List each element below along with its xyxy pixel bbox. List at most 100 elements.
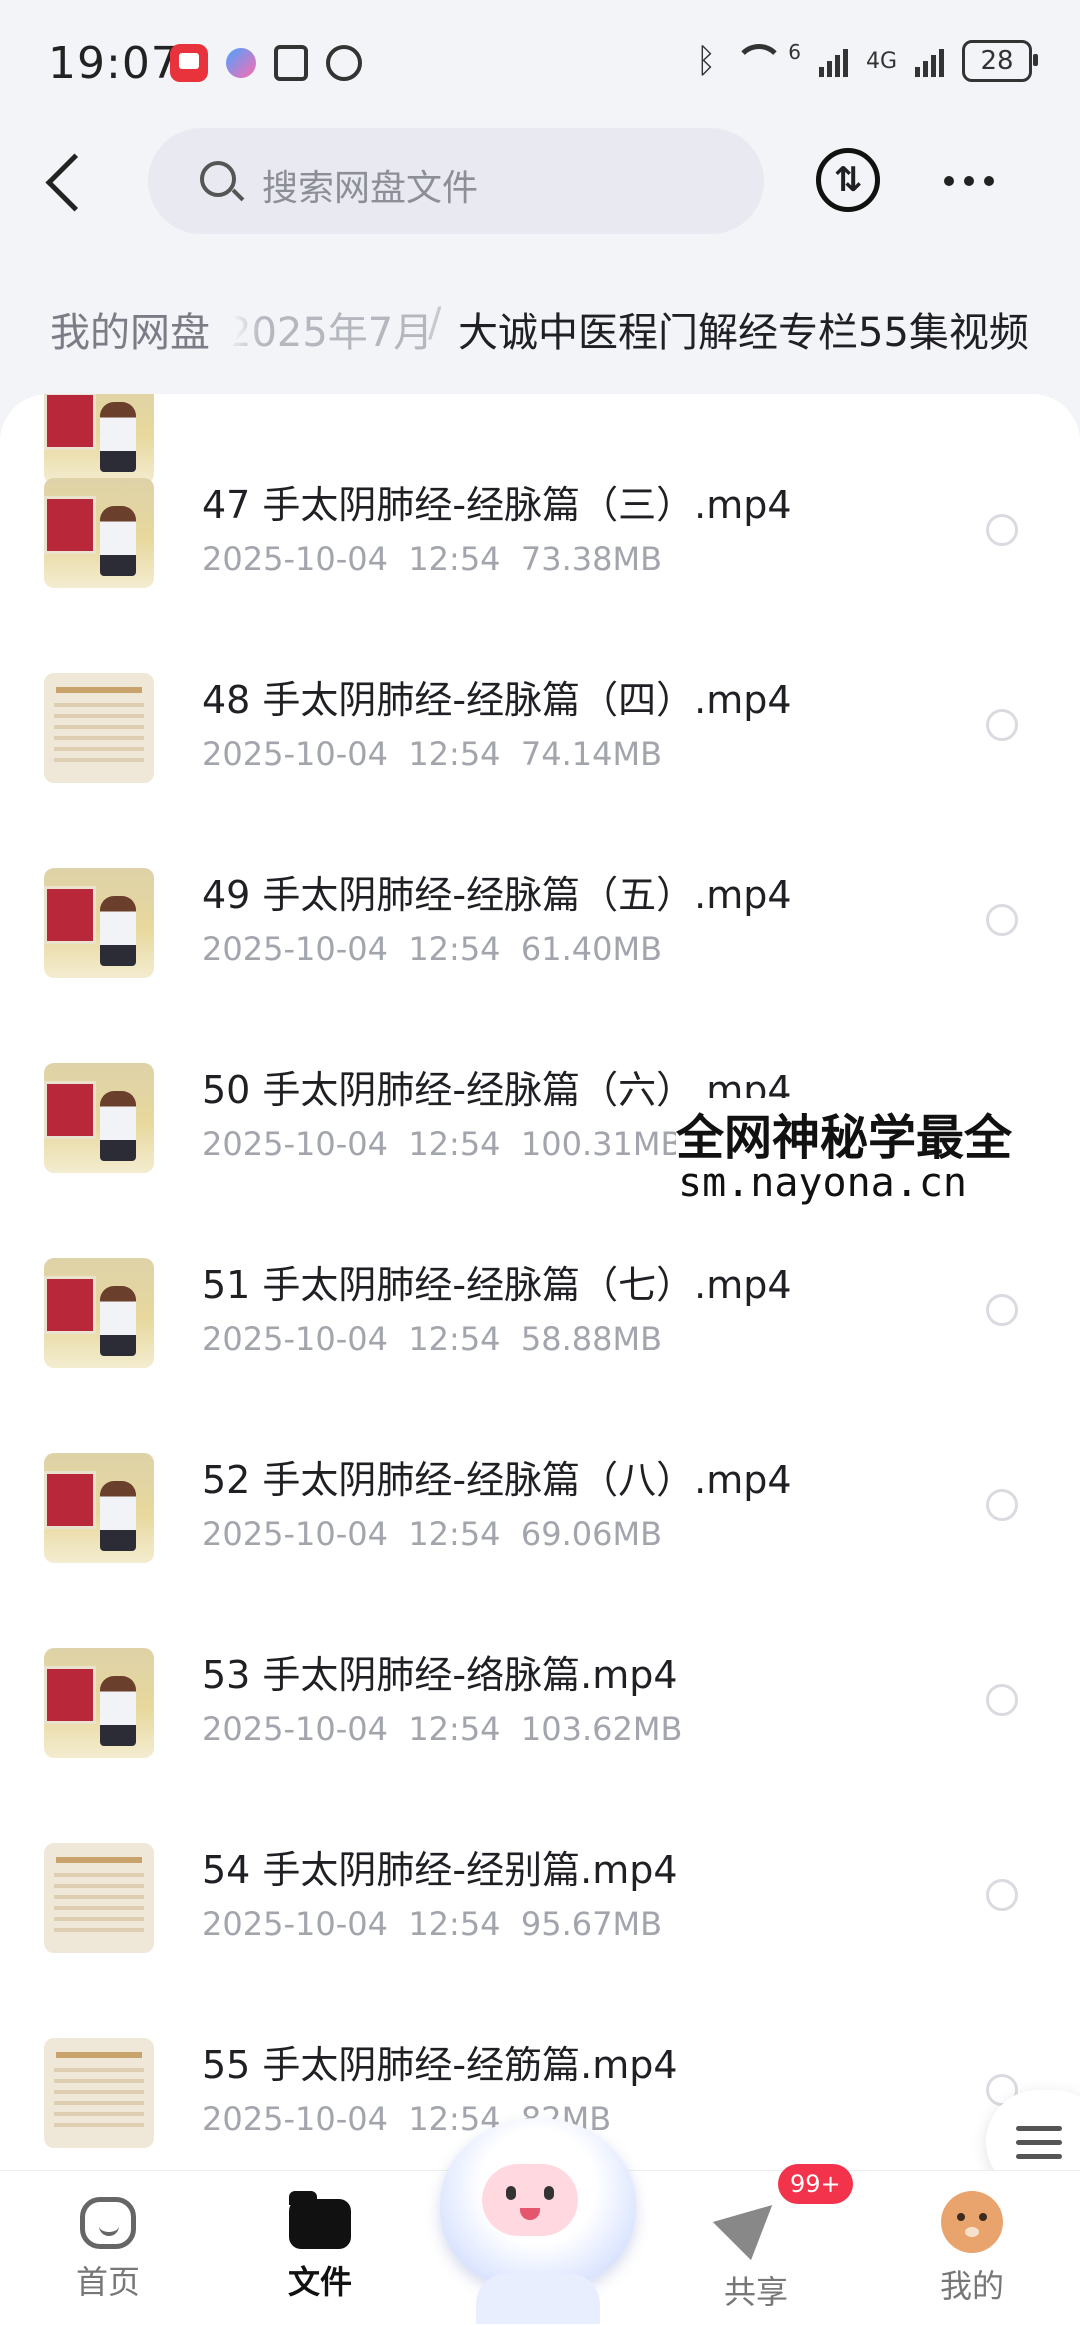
battery-level: 28 <box>980 46 1014 76</box>
file-date: 2025-10-04 <box>202 540 388 578</box>
list-icon-line <box>1016 2154 1062 2159</box>
file-row[interactable]: 52 手太阴肺经-经脉篇（八）.mp4 2025-10-04 12:54 69.… <box>0 1357 1080 1563</box>
file-date: 2025-10-04 <box>202 930 388 968</box>
file-date: 2025-10-04 <box>202 2100 388 2138</box>
video-thumbnail <box>44 673 154 783</box>
file-date: 2025-10-04 <box>202 1320 388 1358</box>
breadcrumb-separator: / <box>428 300 442 346</box>
file-date: 2025-10-04 <box>202 1710 388 1748</box>
file-meta: 2025-10-04 12:54 69.06MB <box>202 1515 662 1553</box>
file-date: 2025-10-04 <box>202 735 388 773</box>
alarm-icon <box>326 45 362 81</box>
nav-share[interactable]: 共享 <box>676 2183 836 2321</box>
bluetooth-icon: ᛒ <box>695 41 717 81</box>
file-size: 74.14MB <box>520 735 663 773</box>
file-date: 2025-10-04 <box>202 1515 388 1553</box>
select-radio[interactable] <box>986 904 1018 936</box>
breadcrumb-item-month[interactable]: 2025年7月 <box>226 300 433 358</box>
nav-label: 文件 <box>287 2263 352 2301</box>
file-date: 2025-10-04 <box>202 1125 388 1163</box>
list-icon <box>1016 2126 1062 2131</box>
search-icon <box>200 161 236 197</box>
mascot-body <box>476 2274 600 2324</box>
video-thumbnail <box>44 478 154 588</box>
back-button[interactable] <box>40 150 104 220</box>
mascot-button[interactable] <box>432 2104 644 2324</box>
file-row[interactable]: 47 手太阴肺经-经脉篇（三）.mp4 2025-10-04 12:54 73.… <box>0 394 1080 588</box>
home-icon <box>80 2197 136 2249</box>
more-icon <box>944 176 954 186</box>
search-input[interactable]: 搜索网盘文件 <box>148 128 764 234</box>
select-radio[interactable] <box>986 1489 1018 1521</box>
wifi-band-label: 6 <box>788 40 801 64</box>
video-thumbnail <box>44 1453 154 1563</box>
more-icon-dot <box>964 176 974 186</box>
file-size: 58.88MB <box>520 1320 663 1358</box>
file-meta: 2025-10-04 12:54 100.31MB <box>202 1125 682 1163</box>
nfc-icon <box>274 45 308 81</box>
file-name: 54 手太阴肺经-经别篇.mp4 <box>202 1848 678 1892</box>
select-radio[interactable] <box>986 1294 1018 1326</box>
file-size: 95.67MB <box>520 1905 663 1943</box>
share-icon <box>712 2183 790 2261</box>
file-name: 48 手太阴肺经-经脉篇（四）.mp4 <box>202 678 792 722</box>
file-list: 47 手太阴肺经-经脉篇（三）.mp4 2025-10-04 12:54 73.… <box>0 394 1080 2174</box>
file-meta: 2025-10-04 12:54 95.67MB <box>202 1905 662 1943</box>
files-icon <box>289 2191 351 2249</box>
red-app-icon <box>170 44 208 82</box>
file-date: 2025-10-04 <box>202 1905 388 1943</box>
status-time: 19:07 <box>48 38 180 89</box>
video-thumbnail <box>44 1648 154 1758</box>
notification-icons <box>170 44 362 82</box>
file-size: 100.31MB <box>520 1125 683 1163</box>
file-row[interactable]: 49 手太阴肺经-经脉篇（五）.mp4 2025-10-04 12:54 61.… <box>0 772 1080 978</box>
file-time: 12:54 <box>408 1905 501 1943</box>
file-meta: 2025-10-04 12:54 73.38MB <box>202 540 662 578</box>
file-name: 47 手太阴肺经-经脉篇（三）.mp4 <box>202 483 792 527</box>
back-icon <box>45 153 104 212</box>
breadcrumb-root[interactable]: 我的网盘 <box>22 300 238 358</box>
file-time: 12:54 <box>408 735 501 773</box>
list-icon-line <box>1016 2140 1062 2145</box>
status-bar: 19:07 ᛒ 6 4G 28 <box>0 0 1080 130</box>
file-name: 52 手太阴肺经-经脉篇（八）.mp4 <box>202 1458 792 1502</box>
file-time: 12:54 <box>408 1710 501 1748</box>
select-radio[interactable] <box>986 1684 1018 1716</box>
more-icon-dot <box>984 176 994 186</box>
wifi-icon <box>734 43 785 79</box>
watermark-title: 全网神秘学最全 <box>676 1110 1013 1166</box>
file-name: 49 手太阴肺经-经脉篇（五）.mp4 <box>202 873 792 917</box>
file-meta: 2025-10-04 12:54 74.14MB <box>202 735 662 773</box>
file-meta: 2025-10-04 12:54 58.88MB <box>202 1320 662 1358</box>
cloud-icon <box>226 48 256 78</box>
file-name: 53 手太阴肺经-络脉篇.mp4 <box>202 1653 678 1697</box>
battery-icon: 28 <box>962 40 1038 82</box>
file-time: 12:54 <box>408 1125 501 1163</box>
file-name: 51 手太阴肺经-经脉篇（七）.mp4 <box>202 1263 792 1307</box>
select-radio[interactable] <box>986 709 1018 741</box>
share-icon-shape <box>712 2183 790 2261</box>
nav-label: 我的 <box>939 2267 1004 2305</box>
video-thumbnail <box>44 868 154 978</box>
search-placeholder: 搜索网盘文件 <box>262 168 479 209</box>
file-row[interactable]: 53 手太阴肺经-络脉篇.mp4 2025-10-04 12:54 103.62… <box>0 1552 1080 1758</box>
file-size: 103.62MB <box>520 1710 683 1748</box>
nav-me[interactable]: 我的 <box>892 2191 1052 2321</box>
file-size: 69.06MB <box>520 1515 663 1553</box>
breadcrumb-current: 大诚中医程门解经专栏55集视频 <box>458 310 1029 356</box>
nav-files[interactable]: 文件 <box>240 2191 400 2321</box>
network-type-label: 4G <box>865 48 897 74</box>
nav-label: 首页 <box>75 2263 140 2301</box>
more-button[interactable] <box>944 176 994 186</box>
transfer-button[interactable]: ⇅ <box>816 148 880 212</box>
file-size: 73.38MB <box>520 540 663 578</box>
share-badge: 99+ <box>778 2164 853 2204</box>
file-time: 12:54 <box>408 1515 501 1553</box>
file-row[interactable]: 54 手太阴肺经-经别篇.mp4 2025-10-04 12:54 95.67M… <box>0 1747 1080 1953</box>
file-name: 55 手太阴肺经-经筋篇.mp4 <box>202 2043 678 2087</box>
select-radio[interactable] <box>986 514 1018 546</box>
nav-home[interactable]: 首页 <box>28 2191 188 2321</box>
system-icons: ᛒ 6 4G 28 <box>695 40 1038 82</box>
select-radio[interactable] <box>986 1879 1018 1911</box>
file-row[interactable]: 48 手太阴肺经-经脉篇（四）.mp4 2025-10-04 12:54 74.… <box>0 577 1080 783</box>
